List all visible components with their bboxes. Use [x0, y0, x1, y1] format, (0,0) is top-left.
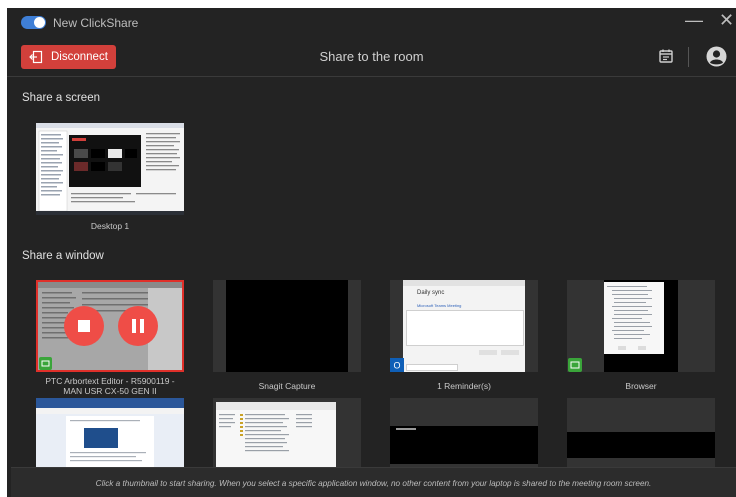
- stop-icon: [78, 320, 90, 332]
- explorer-preview: [216, 402, 336, 452]
- pause-icon: [132, 319, 144, 333]
- window-tile-7[interactable]: [390, 398, 540, 468]
- window-thumbnail: [567, 398, 715, 468]
- window-thumbnail: [390, 398, 538, 468]
- header-divider: [688, 47, 689, 67]
- browser-preview: [607, 286, 652, 350]
- window-caption: PTC Arbortext Editor - R5900119 - MAN US…: [45, 376, 175, 396]
- window-tile-snagit[interactable]: Snagit Capture: [213, 280, 363, 396]
- outlook-icon: O: [390, 358, 404, 372]
- toggle-knob: [34, 17, 45, 28]
- stop-button[interactable]: [64, 306, 104, 346]
- account-circle-icon[interactable]: [706, 46, 727, 67]
- svg-text:O: O: [393, 361, 400, 371]
- share-window-heading: Share a window: [22, 250, 104, 262]
- reminder-preview-subtitle: Microsoft Teams Meeting: [417, 303, 462, 308]
- screen-tile-desktop-1[interactable]: Desktop 1: [36, 123, 186, 233]
- window-thumbnail: [567, 280, 715, 372]
- page-title: Share to the room: [319, 49, 424, 64]
- minimize-button[interactable]: —: [685, 11, 703, 29]
- window-caption: Snagit Capture: [258, 381, 316, 391]
- calendar-icon[interactable]: [658, 48, 674, 64]
- window-thumbnail: [213, 280, 361, 372]
- window-tile-arbortext[interactable]: PTC Arbortext Editor - R5900119 - MAN US…: [36, 280, 186, 396]
- screen-caption: Desktop 1: [90, 221, 130, 231]
- window-tile-6[interactable]: [213, 398, 363, 468]
- window-thumbnail: [213, 398, 361, 468]
- window-share-icon: [568, 358, 582, 372]
- pause-button[interactable]: [118, 306, 158, 346]
- desktop-preview: [36, 123, 184, 215]
- window-caption: Browser: [625, 381, 657, 391]
- window-thumbnail: [36, 398, 184, 468]
- close-button[interactable]: ✕: [719, 11, 734, 29]
- window-caption: 1 Reminder(s): [437, 381, 491, 391]
- title-bar: New ClickShare — ✕: [7, 8, 736, 36]
- toggle-label: New ClickShare: [53, 16, 139, 30]
- footer-bar: Click a thumbnail to start sharing. When…: [11, 467, 736, 497]
- new-clickshare-toggle[interactable]: [21, 16, 46, 29]
- reminder-preview-title: Daily sync: [417, 290, 445, 296]
- arbortext-preview: [38, 282, 182, 370]
- share-screen-heading: Share a screen: [22, 92, 100, 104]
- document-preview: [36, 398, 184, 468]
- window-tile-8[interactable]: [567, 398, 717, 468]
- window-thumbnail: Daily sync Microsoft Teams Meeting: [390, 280, 538, 372]
- reminder-preview: Daily sync Microsoft Teams Meeting: [403, 280, 525, 372]
- screen-thumbnail: [36, 123, 184, 215]
- footer-hint: Click a thumbnail to start sharing. When…: [95, 479, 652, 488]
- window-tile-browser[interactable]: Browser: [567, 280, 717, 396]
- header-bar: Disconnect Share to the room: [7, 36, 736, 77]
- window-thumbnail-selected: [36, 280, 184, 372]
- clickshare-window: New ClickShare — ✕ Disconnect Share to t…: [7, 8, 736, 497]
- window-share-icon: [39, 357, 52, 370]
- window-tile-reminder[interactable]: Daily sync Microsoft Teams Meeting O 1 R…: [390, 280, 540, 396]
- window-tile-5[interactable]: [36, 398, 186, 468]
